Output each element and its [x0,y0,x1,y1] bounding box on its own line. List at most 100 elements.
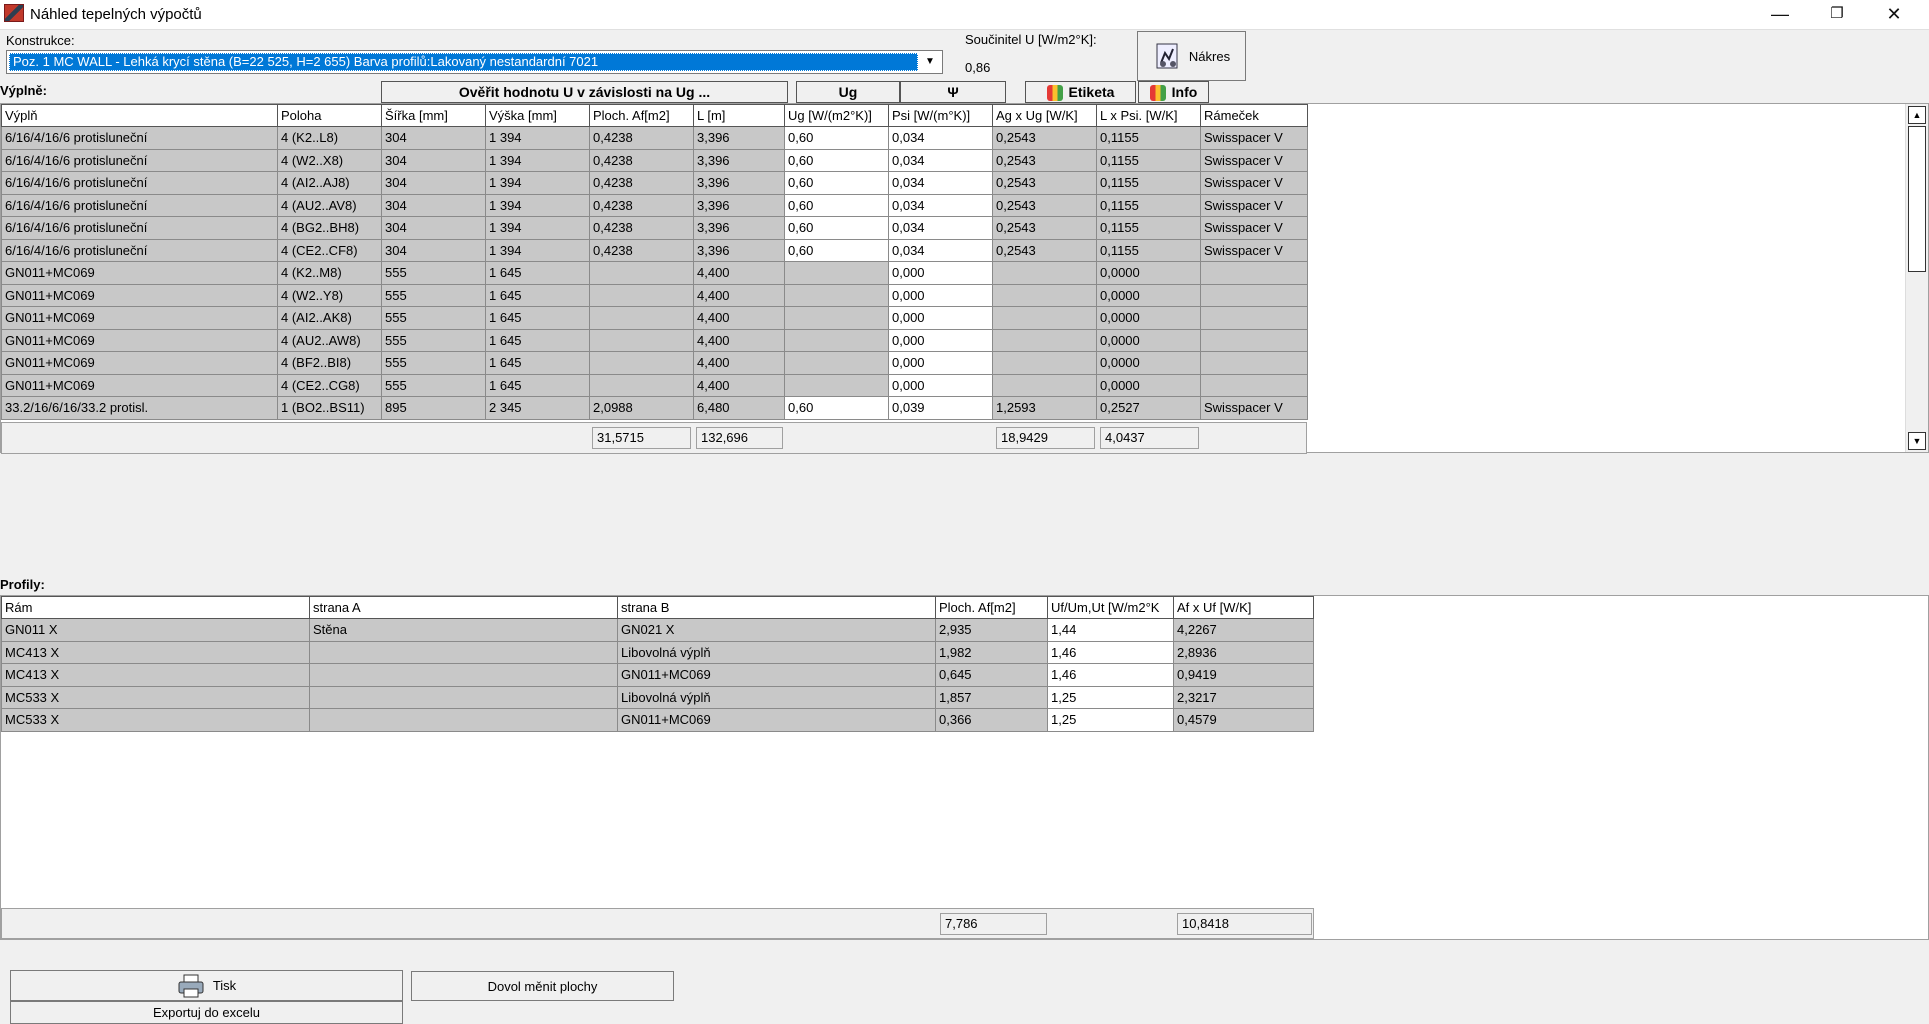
close-button[interactable]: ✕ [1866,0,1922,30]
fills-cell: 0,2543 [992,126,1097,150]
scroll-thumb[interactable] [1908,126,1926,272]
fills-totals-row: 31,5715 132,696 18,9429 4,0437 [1,422,1307,454]
ug-button[interactable]: Ug [796,81,900,103]
fills-row[interactable]: GN011+MC069 4 (AI2..AK8) 555 1 645 4,400 0,00… [1,306,1308,330]
fills-cell: 4,400 [693,351,785,375]
profiles-header-cell[interactable]: strana B [617,596,936,619]
profiles-editable-cell[interactable]: 1,44 [1047,618,1174,642]
fills-cell: 1 645 [485,373,590,397]
etiketa-button[interactable]: Etiketa [1025,81,1136,103]
fills-row[interactable]: GN011+MC069 4 (W2..Y8) 555 1 645 4,400 0,000 0… [1,283,1308,307]
profiles-header-cell[interactable]: Ploch. Af[m2] [935,596,1048,619]
fills-editable-cell[interactable]: 0,60 [784,148,889,172]
fills-header-cell[interactable]: L x Psi. [W/K] [1096,104,1201,127]
info-button[interactable]: Info [1138,81,1209,103]
window-title: Náhled tepelných výpočtů [30,6,202,23]
profiles-row[interactable]: MC533 X GN011+MC069 0,366 1,25 0,4579 [1,708,1314,732]
profiles-cell: 0,645 [935,663,1048,687]
fills-editable-cell[interactable]: 0,034 [888,148,993,172]
psi-button[interactable]: Ψ [900,81,1006,103]
profiles-row[interactable]: MC413 X GN011+MC069 0,645 1,46 0,9419 [1,663,1314,687]
fills-editable-cell[interactable]: 0,60 [784,216,889,240]
fills-cell: 1 394 [485,171,590,195]
fills-row[interactable]: 6/16/4/16/6 protisluneční 4 (AU2..AV8) 304… [1,193,1308,217]
fills-editable-cell[interactable]: 0,000 [888,351,993,375]
fills-editable-cell[interactable]: 0,034 [888,238,993,262]
profiles-editable-cell[interactable]: 1,46 [1047,663,1174,687]
fills-editable-cell[interactable]: 0,000 [888,283,993,307]
konstrukce-select[interactable]: Poz. 1 MC WALL - Lehká krycí stěna (B=22… [6,50,943,74]
fills-total-agug: 18,9429 [996,427,1095,449]
fills-row[interactable]: GN011+MC069 4 (BF2..BI8) 555 1 645 4,400 0,00… [1,351,1308,375]
fills-row[interactable]: GN011+MC069 4 (K2..M8) 555 1 645 4,400 0,000 0… [1,261,1308,285]
fills-scrollbar[interactable]: ▲ ▼ [1905,104,1928,452]
fills-editable-cell[interactable]: 0,60 [784,193,889,217]
fills-editable-cell[interactable]: 0,000 [888,328,993,352]
fills-header-cell[interactable]: Psi [W/(m°K)] [888,104,993,127]
fills-editable-cell[interactable]: 0,60 [784,396,889,420]
fills-cell: Swisspacer V [1200,238,1308,262]
fills-row[interactable]: 33.2/16/6/16/33.2 protisl. 1 (BO2..BS11) 8… [1,396,1308,420]
profiles-editable-cell[interactable]: 1,46 [1047,640,1174,664]
profiles-header-cell[interactable]: Uf/Um,Ut [W/m2°K [1047,596,1174,619]
fills-editable-cell[interactable]: 0,000 [888,373,993,397]
fills-editable-cell[interactable]: 0,034 [888,126,993,150]
fills-editable-cell[interactable]: 0,60 [784,171,889,195]
fills-cell: GN011+MC069 [1,328,278,352]
fills-row[interactable]: 6/16/4/16/6 protisluneční 4 (CE2..CF8) 304… [1,238,1308,262]
fills-editable-cell[interactable]: 0,60 [784,126,889,150]
profiles-row[interactable]: MC533 X Libovolná výplň 1,857 1,25 2,3217 [1,685,1314,709]
fills-header-cell[interactable]: L [m] [693,104,785,127]
overit-button[interactable]: Ověřit hodnotu U v závislosti na Ug ... [381,81,788,103]
fills-cell: 4 (W2..X8) [277,148,382,172]
fills-header-cell[interactable]: Výška [mm] [485,104,590,127]
nakres-button[interactable]: Nákres [1137,31,1246,81]
fills-header-cell[interactable]: Výplň [1,104,278,127]
profiles-editable-cell[interactable]: 1,25 [1047,685,1174,709]
fills-editable-cell[interactable]: 0,039 [888,396,993,420]
fills-cell: Swisspacer V [1200,216,1308,240]
fills-editable-cell[interactable]: 0,034 [888,171,993,195]
fills-header-cell[interactable]: Rámeček [1200,104,1308,127]
profiles-row[interactable]: MC413 X Libovolná výplň 1,982 1,46 2,8936 [1,640,1314,664]
fills-editable-cell[interactable]: 0,000 [888,261,993,285]
chevron-down-icon[interactable]: ▼ [920,53,940,71]
minimize-button[interactable]: — [1752,0,1808,30]
fills-cell: 555 [381,306,486,330]
fills-editable-cell[interactable]: 0,000 [888,306,993,330]
tisk-button[interactable]: Tisk [10,970,403,1001]
fills-header-cell[interactable]: Ag x Ug [W/K] [992,104,1097,127]
fills-cell: 1 645 [485,351,590,375]
dovol-menit-plochy-button[interactable]: Dovol měnit plochy [411,971,674,1001]
fills-header-cell[interactable]: Šířka [mm] [381,104,486,127]
fills-cell: 0,1155 [1096,216,1201,240]
scroll-up-icon[interactable]: ▲ [1908,106,1926,124]
profiles-row[interactable]: GN011 X Stěna GN021 X 2,935 1,44 4,2267 [1,618,1314,642]
profiles-header-cell[interactable]: Rám [1,596,310,619]
fills-editable-cell[interactable]: 0,034 [888,193,993,217]
fills-cell: 0,1155 [1096,193,1201,217]
fills-editable-cell[interactable]: 0,60 [784,238,889,262]
profiles-header-cell[interactable]: Af x Uf [W/K] [1173,596,1314,619]
export-excel-button[interactable]: Exportuj do excelu [10,1001,403,1024]
fills-header-cell[interactable]: Ploch. Af[m2] [589,104,694,127]
fills-cell: 4,400 [693,373,785,397]
profiles-totals-row: 7,786 10,8418 [1,908,1314,939]
konstrukce-label: Konstrukce: [6,33,75,48]
scroll-down-icon[interactable]: ▼ [1908,432,1926,450]
restore-button[interactable]: ❐ [1809,0,1865,30]
fills-row[interactable]: GN011+MC069 4 (AU2..AW8) 555 1 645 4,400 0,00… [1,328,1308,352]
fills-header-cell[interactable]: Ug [W/(m2°K)] [784,104,889,127]
fills-row[interactable]: 6/16/4/16/6 protisluneční 4 (W2..X8) 304 1 … [1,148,1308,172]
fills-cell: 4 (W2..Y8) [277,283,382,307]
fills-row[interactable]: 6/16/4/16/6 protisluneční 4 (K2..L8) 304 1 … [1,126,1308,150]
fills-row[interactable]: GN011+MC069 4 (CE2..CG8) 555 1 645 4,400 0,00… [1,373,1308,397]
fills-row[interactable]: 6/16/4/16/6 protisluneční 4 (AI2..AJ8) 304… [1,171,1308,195]
fills-cell: 555 [381,283,486,307]
fills-editable-cell[interactable]: 0,034 [888,216,993,240]
fills-cell: 1 394 [485,126,590,150]
profiles-editable-cell[interactable]: 1,25 [1047,708,1174,732]
fills-header-cell[interactable]: Poloha [277,104,382,127]
fills-row[interactable]: 6/16/4/16/6 protisluneční 4 (BG2..BH8) 304… [1,216,1308,240]
profiles-header-cell[interactable]: strana A [309,596,618,619]
